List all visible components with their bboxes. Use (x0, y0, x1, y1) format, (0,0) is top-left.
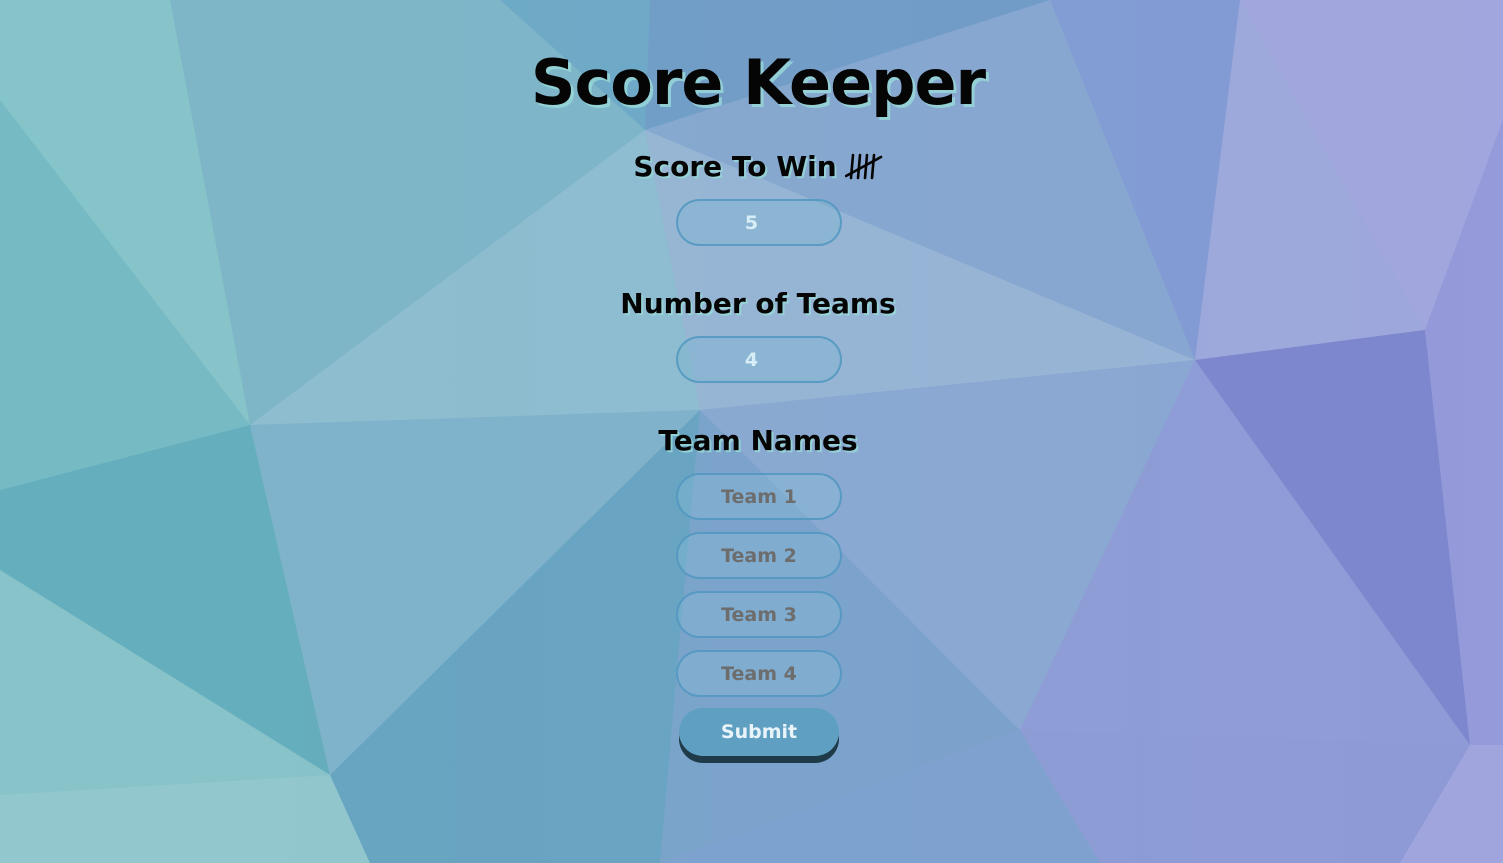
team-1-name-input[interactable] (676, 473, 842, 520)
page-title: Score Keeper (530, 46, 986, 119)
number-of-teams-input[interactable] (676, 336, 842, 383)
team-3-name-input[interactable] (676, 591, 842, 638)
score-to-win-heading: Score To Win (0, 150, 1503, 187)
score-to-win-input[interactable] (676, 199, 842, 246)
submit-button[interactable]: Submit (679, 708, 839, 756)
number-of-teams-label: Number of Teams (620, 287, 896, 320)
team-2-name-input[interactable] (676, 532, 842, 579)
team-4-name-input[interactable] (676, 650, 842, 697)
score-to-win-label: Score To Win (633, 150, 837, 183)
tally-marks-icon (844, 152, 883, 187)
team-names-label: Team Names (658, 424, 858, 457)
